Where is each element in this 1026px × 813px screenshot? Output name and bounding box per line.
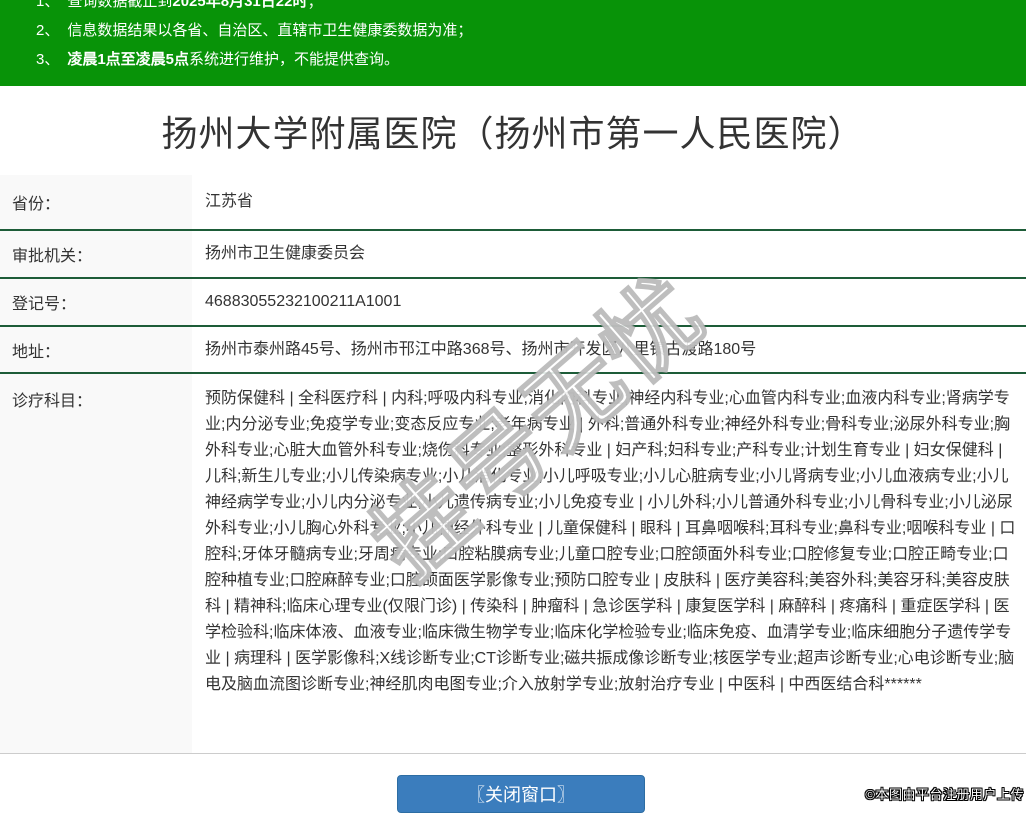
button-row: 〖关闭窗口〗 [397,775,645,813]
notice-number: 2、 [36,22,59,39]
hospital-info-table: 省份： 江苏省 审批机关： 扬州市卫生健康委员会 登记号： 4688305523… [0,175,1026,754]
notice-text-bold: 凌晨1点至凌晨5点 [67,51,189,68]
field-label-registration-number: 登记号： [0,279,192,325]
field-label-medical-departments: 诊疗科目： [0,374,192,753]
notice-line-1: 1、查询数据截止到2025年8月31日22时； [36,0,1026,16]
notice-line-2: 2、信息数据结果以各省、自治区、直辖市卫生健康委数据为准； [36,16,1026,45]
notice-text: 查询数据截止到 [67,0,172,10]
page-title: 扬州大学附属医院（扬州市第一人民医院） [0,112,1026,155]
field-value-address: 扬州市泰州路45号、扬州市邗江中路368号、扬州市开发区八里镇古渡路180号 [192,327,1026,372]
field-label-province: 省份： [0,175,192,229]
notice-text: 系统进行维护，不能提供查询。 [189,51,399,68]
info-row-registration-number: 登记号： 46883055232100211A1001 [0,277,1026,325]
notice-text-bold: 2025年8月31日22时 [172,0,307,10]
field-value-medical-departments: 预防保健科 | 全科医疗科 | 内科;呼吸内科专业;消化内科专业;神经内科专业;… [192,374,1026,753]
close-window-button[interactable]: 〖关闭窗口〗 [397,775,645,813]
field-label-approval-authority: 审批机关： [0,231,192,277]
field-value-approval-authority: 扬州市卫生健康委员会 [192,231,1026,277]
notice-text: ； [307,0,322,10]
field-value-province: 江苏省 [192,175,1026,229]
info-row-address: 地址： 扬州市泰州路45号、扬州市邗江中路368号、扬州市开发区八里镇古渡路18… [0,325,1026,372]
info-row-approval-authority: 审批机关： 扬州市卫生健康委员会 [0,229,1026,277]
upload-credit-watermark: ©本图由平台注册用户上传 [865,784,1024,803]
notice-banner: 1、查询数据截止到2025年8月31日22时； 2、信息数据结果以各省、自治区、… [0,0,1026,86]
notice-text: 信息数据结果以各省、自治区、直辖市卫生健康委数据为准； [67,22,472,39]
notice-number: 1、 [36,0,59,10]
info-row-medical-departments: 诊疗科目： 预防保健科 | 全科医疗科 | 内科;呼吸内科专业;消化内科专业;神… [0,372,1026,753]
info-row-province: 省份： 江苏省 [0,175,1026,229]
notice-line-3: 3、凌晨1点至凌晨5点系统进行维护，不能提供查询。 [36,45,1026,74]
field-label-address: 地址： [0,327,192,372]
notice-number: 3、 [36,51,59,68]
field-value-registration-number: 46883055232100211A1001 [192,279,1026,325]
